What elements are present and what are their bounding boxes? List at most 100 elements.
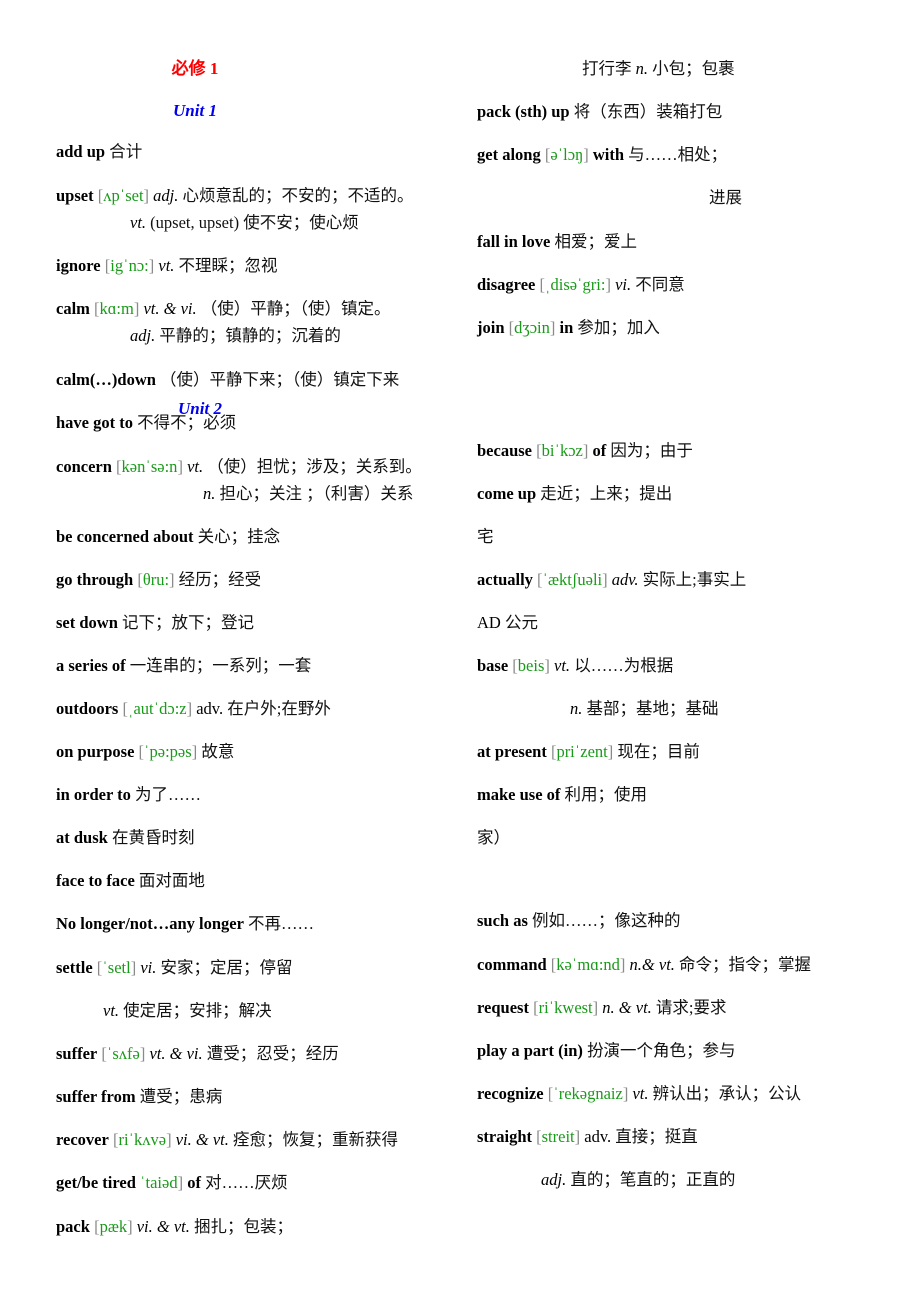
phonetic: streit	[541, 1127, 575, 1146]
definition-continuation: 进展	[709, 188, 742, 207]
vocab-entry: at dusk 在黄昏时刻	[56, 827, 194, 849]
definition: 关心；挂念	[197, 527, 281, 546]
headword: because	[477, 441, 532, 460]
definition: 面对面地	[138, 871, 205, 890]
phonetic: ˌdisəˈgri:	[544, 275, 606, 294]
headword: join	[477, 318, 505, 337]
headword: recognize	[477, 1084, 544, 1103]
phonetic: dʒɔin	[514, 318, 550, 337]
vocab-entry: recognize [ˈrekəgnaiz] vt. 辨认出；承认；公认	[477, 1083, 801, 1105]
phonetic: ʌpˈset	[103, 186, 144, 205]
definition: 平静的；镇静的；沉着的	[159, 326, 341, 345]
headword: in order to	[56, 785, 131, 804]
bracket-close: ]	[622, 1084, 629, 1103]
vocab-sub-sense: vt. 使定居；安排；解决	[103, 1000, 272, 1022]
bracket-close: ]	[169, 570, 175, 589]
headword: at present	[477, 742, 547, 761]
vocab-entry: upset [ʌpˈset] adj. 心烦意乱的；不安的；不适的。	[56, 185, 414, 207]
part-of-speech: vt.	[632, 1084, 649, 1103]
vocab-entry: join [dʒɔin] in 参加；加入	[477, 317, 660, 339]
headword-tail: with	[592, 145, 625, 164]
headword: get/be tired	[56, 1173, 136, 1192]
vocab-sub-sense: n. 基部；基地；基础	[570, 698, 719, 720]
vocab-entry: suffer from 遭受；患病	[56, 1086, 222, 1108]
continuation-prefix: 打行李	[582, 59, 632, 78]
part-of-speech: vt.	[187, 457, 204, 476]
definition: 与……相处；	[628, 145, 728, 164]
phonetic: ˈæktʃuəli	[542, 570, 603, 589]
part-of-speech: vt. & vi.	[143, 299, 197, 318]
definition: （使）平静；（使）镇定。	[200, 299, 391, 318]
vocab-entry: play a part (in) 扮演一个角色；参与	[477, 1040, 736, 1062]
continuation-line: 打行李 n. 小包；包裹	[582, 58, 735, 80]
definition: 不同意	[635, 275, 685, 294]
definition: 合计	[109, 142, 143, 161]
headword: recover	[56, 1130, 109, 1149]
headword: add up	[56, 142, 106, 161]
vocab-entry: straight [streit] adv. 直接；挺直	[477, 1126, 698, 1148]
headword: straight	[477, 1127, 532, 1146]
phonetic: riˈkwest	[538, 998, 593, 1017]
headword: on purpose	[56, 742, 135, 761]
part-of-speech: vt. & vi.	[149, 1044, 203, 1063]
definition: 公元	[504, 613, 538, 632]
bracket-close: ]	[166, 1130, 172, 1149]
definition: 遭受；患病	[139, 1087, 223, 1106]
definition: 捆扎；包装；	[193, 1217, 293, 1236]
part-of-speech: adj.	[541, 1170, 567, 1189]
part-of-speech: vt.	[130, 213, 147, 232]
definition: 不理睬；忽视	[178, 256, 278, 275]
part-of-speech: vi.	[140, 958, 157, 977]
vocab-entry: on purpose [ˈpə:pəs] 故意	[56, 741, 234, 763]
definition: 不再……	[248, 914, 315, 933]
headword: outdoors	[56, 699, 119, 718]
part-of-speech: vi. & vt.	[175, 1130, 229, 1149]
part-of-speech: adv.	[611, 570, 639, 589]
bracket-close: ]	[605, 275, 611, 294]
vocab-entry: make use of 利用；使用	[477, 784, 647, 806]
headword: disagree	[477, 275, 536, 294]
part-of-speech: vt.	[103, 1001, 120, 1020]
part-of-speech: adj.	[130, 326, 156, 345]
headword: a series of	[56, 656, 126, 675]
definition: 担心；关注 ；（利害）关系	[219, 484, 414, 503]
vocab-entry: AD 公元	[477, 612, 538, 634]
headword: request	[477, 998, 529, 1017]
vocab-entry: at present [priˈzent] 现在；目前	[477, 741, 700, 763]
part-of-speech: n.& vt.	[629, 955, 675, 974]
vocab-entry: because [biˈkɔz] of 因为；由于	[477, 440, 693, 462]
bracket-close: ]	[139, 1044, 146, 1063]
headword: pack (sth) up	[477, 102, 570, 121]
definition: 相爱；爱上	[554, 232, 637, 251]
bracket-close: ]	[582, 441, 589, 460]
headword: be concerned about	[56, 527, 194, 546]
continuation-line: 进展	[709, 187, 742, 209]
vocab-entry: outdoors [ˌautˈdɔ:z] adv. 在户外;在野外	[56, 698, 331, 720]
vocab-sub-sense: adj. 直的；笔直的；正直的	[541, 1169, 735, 1191]
vocab-sub-sense: n. 担心；关注 ；（利害）关系	[203, 483, 413, 505]
fragment-text: 宅	[477, 527, 494, 546]
headword: calm(…)down	[56, 370, 156, 389]
vocab-entry: No longer/not…any longer 不再……	[56, 913, 314, 935]
part-of-speech: adj.	[153, 186, 179, 205]
vocab-entry: pack [pæk] vi. & vt. 捆扎；包装；	[56, 1216, 293, 1238]
definition: 实际上;事实上	[642, 570, 747, 589]
phonetic: θru:	[142, 570, 170, 589]
headword: get along	[477, 145, 541, 164]
definition: 因为；由于	[610, 441, 693, 460]
definition: （使）担忧；涉及；关系到。	[207, 457, 422, 476]
definition: 基部；基地；基础	[586, 699, 719, 718]
vocab-entry: request [riˈkwest] n. & vt. 请求;要求	[477, 997, 727, 1019]
vocab-entry: base [beis] vt. 以……为根据	[477, 655, 673, 677]
vocab-sub-sense: adj. 平静的；镇静的；沉着的	[130, 325, 341, 347]
headword-tail: of	[592, 441, 607, 460]
definition: （使）平静下来；（使）镇定下来	[160, 370, 400, 389]
vocab-entry: go through [θru:] 经历；经受	[56, 569, 261, 591]
phonetic: priˈzent	[556, 742, 608, 761]
definition: 经历；经受	[178, 570, 262, 589]
definition: 请求;要求	[655, 998, 727, 1017]
vocab-entry: come up 走近；上来；提出	[477, 483, 672, 505]
definition: 例如……；像这种的	[532, 911, 681, 930]
headword-tail: of	[187, 1173, 201, 1192]
bracket-close: ]	[127, 1217, 133, 1236]
